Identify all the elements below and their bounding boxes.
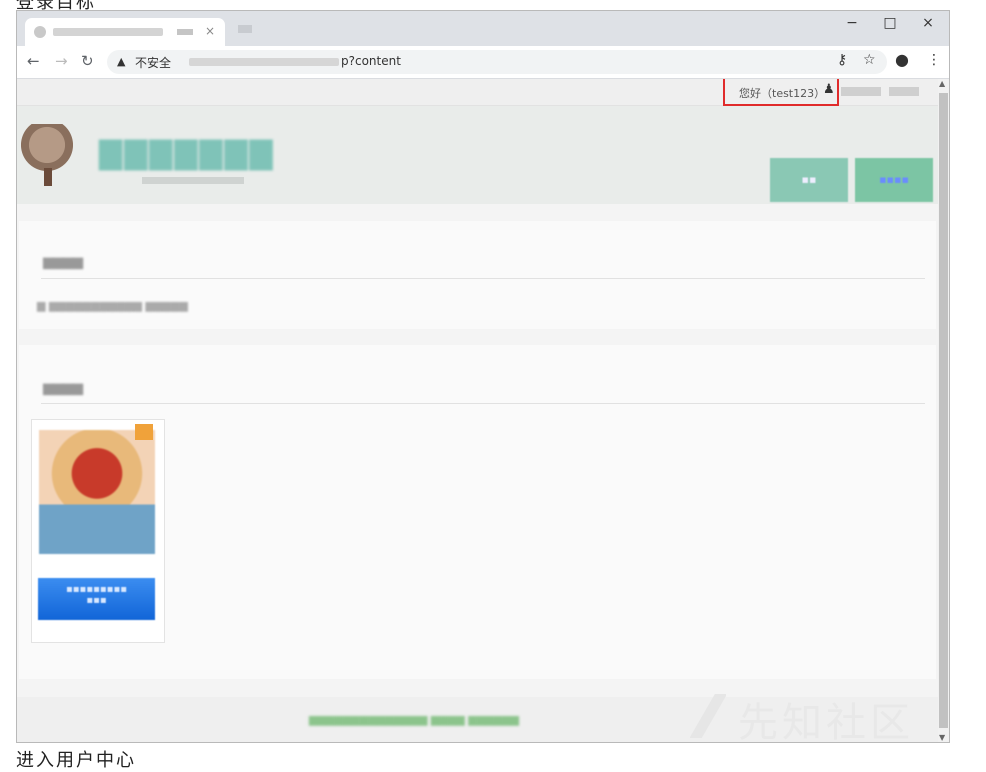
tab-strip: × − □ × <box>17 11 949 46</box>
browser-window: × − □ × ← → ↻ ▲ 不安全 p?content ⚷ ☆ ● ⋮ 您好… <box>16 10 950 743</box>
security-label[interactable]: 不安全 <box>135 54 171 71</box>
site-title-blurred: ▇▇▇▇▇▇▇ <box>99 136 275 171</box>
site-header: ▇▇▇▇▇▇▇ ▪▪ ▪▪▪▪ <box>17 106 938 204</box>
warning-triangle-icon[interactable]: ▲ <box>117 55 125 68</box>
panel-divider <box>41 278 925 279</box>
vertical-scrollbar[interactable]: ▲ ▼ <box>938 79 949 742</box>
scroll-thumb[interactable] <box>939 93 948 728</box>
star-icon[interactable]: ☆ <box>863 52 876 68</box>
key-icon[interactable]: ⚷ <box>837 52 847 68</box>
url-blurred <box>189 58 339 66</box>
product-card[interactable]: ▪▪▪▪▪▪▪▪▪ ▪▪▪ <box>31 419 165 643</box>
web-page: 您好（test123） ♟ ▇▇▇▇▇▇▇ ▪▪ ▪▪▪▪ ▆▆▆▆ ▆ ▆▆▆… <box>17 79 938 742</box>
minimize-button[interactable]: − <box>837 15 867 31</box>
annotation-highlight-box <box>723 79 839 106</box>
header-button-2-blurred[interactable]: ▪▪▪▪ <box>855 158 933 202</box>
info-panel: ▆▆▆▆ ▆ ▆▆▆▆▆▆▆▆▆▆▆ ▆▆▆▆▆ <box>19 221 936 329</box>
header-button-1-blurred[interactable]: ▪▪ <box>770 158 848 202</box>
reload-icon[interactable]: ↻ <box>81 52 94 70</box>
menu-icon[interactable]: ⋮ <box>927 52 941 68</box>
site-logo-trunk <box>44 168 52 186</box>
watermark-text: 先知社区 <box>738 700 914 746</box>
tab-title-blurred <box>53 28 163 36</box>
forward-icon[interactable]: → <box>55 52 68 70</box>
panel-text-blurred: ▆ ▆▆▆▆▆▆▆▆▆▆▆ ▆▆▆▆▆ <box>37 299 188 312</box>
footer-text-blurred: ▆▆▆▆▆▆▆▆▆▆▆▆▆▆ ▆▆▆▆ ▆▆▆▆▆▆ <box>309 713 520 726</box>
account-icon[interactable]: ● <box>895 50 909 69</box>
maximize-button[interactable]: □ <box>875 15 905 31</box>
badge-icon <box>135 424 153 440</box>
scroll-up-icon[interactable]: ▲ <box>939 79 945 88</box>
content-panel: ▆▆▆▆ ▪▪▪▪▪▪▪▪▪ ▪▪▪ <box>19 345 936 679</box>
tab-close-icon[interactable]: × <box>205 24 215 38</box>
new-tab-button[interactable] <box>238 25 252 33</box>
tab-favicon-icon <box>34 26 46 38</box>
tab-extra-blurred <box>177 29 193 35</box>
back-icon[interactable]: ← <box>27 52 40 70</box>
address-bar[interactable]: ▲ 不安全 p?content <box>107 50 887 74</box>
watermark-logo-icon <box>690 694 726 738</box>
panel-title-blurred: ▆▆▆▆ <box>43 255 83 270</box>
panel-title-blurred: ▆▆▆▆ <box>43 381 83 396</box>
site-subtitle-blurred <box>142 177 244 184</box>
browser-toolbar: ← → ↻ ▲ 不安全 p?content ⚷ ☆ ● ⋮ <box>17 46 949 79</box>
url-text[interactable]: p?content <box>341 54 401 68</box>
close-button[interactable]: × <box>913 15 943 31</box>
topbar-link-blurred[interactable] <box>889 87 919 96</box>
panel-divider <box>41 403 925 404</box>
caption-bottom: 进入用户中心 <box>16 750 136 771</box>
topbar-link-blurred[interactable] <box>841 87 881 96</box>
active-tab[interactable]: × <box>25 18 225 46</box>
product-image[interactable] <box>39 430 155 554</box>
product-button-blurred[interactable]: ▪▪▪▪▪▪▪▪▪ ▪▪▪ <box>38 578 155 620</box>
scroll-down-icon[interactable]: ▼ <box>939 733 945 742</box>
